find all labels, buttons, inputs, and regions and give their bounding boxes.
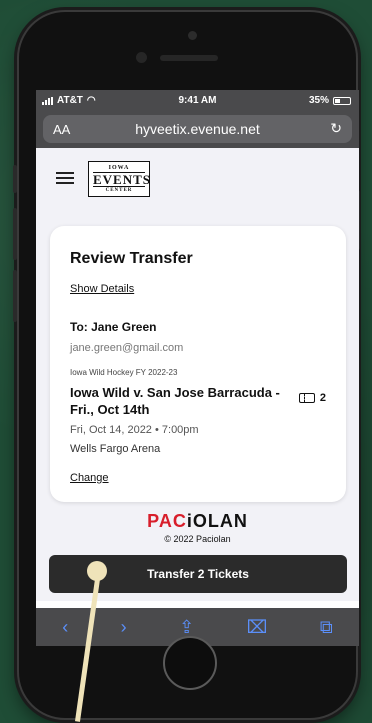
url-text[interactable]: hyveetix.evenue.net [43,121,352,137]
status-right: 35% [309,95,351,106]
status-bar: AT&T ◠ 9:41 AM 35% [36,90,359,112]
paciolan-branding: PACiOLAN © 2022 Paciolan [36,511,359,544]
reload-icon[interactable]: ↻ [330,120,342,137]
page-bottom-strip [36,601,359,608]
recipient-email: jane.green@gmail.com [70,342,184,354]
ticket-count-value: 2 [319,392,326,404]
ticket-count: 2 [298,392,326,404]
copyright-text: © 2022 Paciolan [164,534,231,544]
iowa-events-center-logo[interactable]: IOWA EVENTS CENTER [88,161,150,197]
paciolan-logo: PACiOLAN [147,511,248,531]
phone-screen: AT&T ◠ 9:41 AM 35% AA hyveetix.evenue.ne… [36,90,359,646]
share-icon[interactable]: ⇪ [179,617,194,638]
volume-up-button [13,208,17,260]
address-field[interactable]: AA hyveetix.evenue.net ↻ [43,115,352,143]
forward-icon[interactable]: › [121,617,127,638]
event-venue: Wells Fargo Arena [70,443,161,455]
ticket-icon [298,393,315,403]
event-name: Iowa Wild v. San Jose Barracuda - Fri., … [70,385,280,417]
browser-url-bar: AA hyveetix.evenue.net ↻ [36,112,359,148]
battery-icon [333,96,351,105]
hamburger-menu-icon[interactable] [56,172,74,184]
event-series: Iowa Wild Hockey FY 2022-23 [70,368,178,377]
tabs-icon[interactable]: ⧉ [320,617,333,638]
event-date: Fri, Oct 14, 2022 • 7:00pm [70,424,199,436]
volume-down-button [13,270,17,322]
logo-bottom-text: CENTER [105,188,133,193]
review-transfer-card: Review Transfer Show Details To: Jane Gr… [50,226,346,502]
earpiece-speaker [160,55,218,61]
back-icon[interactable]: ‹ [62,617,68,638]
mute-switch [13,165,17,193]
front-sensor [188,31,197,40]
tap-indicator [87,561,107,581]
battery-percentage: 35% [308,95,329,106]
bookmarks-icon[interactable]: ⌧ [247,617,268,638]
home-button[interactable] [163,636,217,690]
change-link[interactable]: Change [70,472,109,484]
page-content: IOWA EVENTS CENTER Review Transfer Show … [36,148,359,588]
show-details-link[interactable]: Show Details [70,283,134,295]
logo-main-text: EVENTS [93,172,152,187]
front-camera [136,52,147,63]
card-title: Review Transfer [70,250,193,267]
logo-top-text: IOWA [108,165,130,171]
recipient-name: To: Jane Green [70,320,157,334]
